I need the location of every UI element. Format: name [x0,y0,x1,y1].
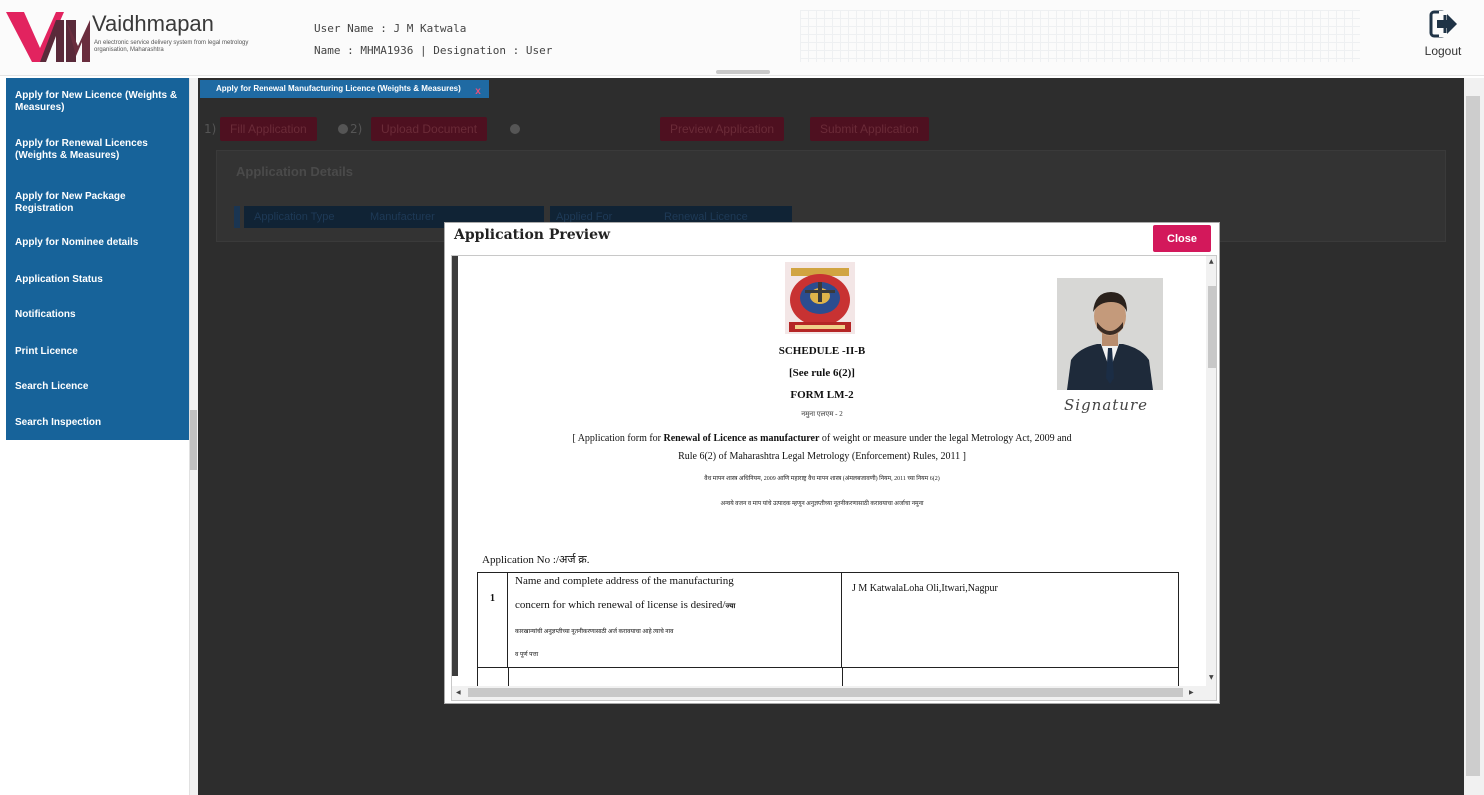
page-scroll-thumb[interactable] [1466,96,1480,776]
section-title: Application Details [236,164,354,179]
question-line-1: Name and complete address of the manufac… [515,575,734,587]
doc-rule: [See rule 6(2)] [789,367,855,379]
doc-app-line1-post: of weight or measure under the legal Met… [819,433,1072,444]
row-number: 1 [490,593,495,604]
step-number-2: 2) [350,122,363,136]
question-line-4: व पूर्ण पत्ता [515,652,539,658]
doc-marathi-line-2: अन्वये वजन व माप यांचे उत्पादक म्हणून अन… [720,501,924,507]
table-cell-answer: J M KatwalaLoha Oli,Itwari,Nagpur [842,573,1178,668]
sidebar: Apply for New Licence (Weights & Measure… [6,78,189,440]
close-button[interactable]: Close [1153,225,1211,252]
question-line-2-marathi: ज्या [725,602,736,610]
doc-schedule: SCHEDULE -II-B [778,345,866,357]
application-table: 1 Name and complete address of the manuf… [477,572,1179,700]
application-number: Application No :/अर्ज क्र. [482,554,590,566]
logout-icon [1429,10,1457,38]
question-line-3: कारखान्यांची अनुज्ञप्तीच्या नूतनीकरणासाठ… [515,629,674,635]
header-grip[interactable] [716,70,770,74]
scroll-left-icon[interactable]: ◀ [456,689,461,696]
user-name-line: User Name : J M Katwala [314,22,467,35]
sidebar-item-print-licence[interactable]: Print Licence [6,346,189,358]
tab-renewal-manufacturing-licence[interactable]: Apply for Renewal Manufacturing Licence … [200,80,489,98]
user-designation-line: Name : MHMA1936 | Designation : User [314,44,553,57]
brand-tagline: An electronic service delivery system fr… [94,40,249,53]
sidebar-scroll-thumb[interactable] [190,410,197,470]
table-cell-question: Name and complete address of the manufac… [508,573,842,668]
sidebar-item-new-licence[interactable]: Apply for New Licence (Weights & Measure… [6,90,189,114]
scroll-down-icon[interactable]: ▼ [1209,674,1214,681]
sidebar-item-search-licence[interactable]: Search Licence [6,381,189,393]
fill-application-button[interactable]: Fill Application [220,117,317,141]
doc-application-line-1: [ Application form for Renewal of Licenc… [452,433,1192,444]
preview-horizontal-scroll-thumb[interactable] [468,688,1183,697]
step-check-icon [338,124,348,134]
government-seal-icon [785,262,855,334]
preview-application-button[interactable]: Preview Application [660,117,785,141]
vm-logo-icon [6,12,90,62]
application-type-label: Application Type [244,206,364,228]
tab-label: Apply for Renewal Manufacturing Licence … [216,84,461,93]
submit-application-button[interactable]: Submit Application [810,117,929,141]
doc-application-line-2: Rule 6(2) of Maharashtra Legal Metrology… [678,451,966,462]
sidebar-item-notifications[interactable]: Notifications [6,309,189,321]
doc-marathi-line-1: वैध मापन शास्त्र अधिनियम, 2009 आणि महारा… [704,476,940,482]
logout-button[interactable]: Logout [1418,8,1468,68]
header-decoration [800,10,1360,62]
logout-label: Logout [1424,44,1462,58]
tab-close-icon[interactable]: x [475,83,481,101]
doc-app-line1-pre: [ Application form for [572,433,664,444]
scroll-right-icon[interactable]: ▶ [1189,689,1194,696]
pill-marker [234,206,240,228]
preview-vertical-scroll-thumb[interactable] [1208,286,1216,368]
step-number-1: 1) [204,122,217,136]
app-header: Vaidhmapan An electronic service deliver… [0,0,1484,76]
question-line-2: concern for which renewal of license is … [515,599,735,611]
sidebar-item-package-registration[interactable]: Apply for New Package Registration [6,191,189,215]
manufacturer-address: J M KatwalaLoha Oli,Itwari,Nagpur [852,583,998,594]
user-info: User Name : J M Katwala Name : MHMA1936 … [314,18,552,62]
application-document: Signature SCHEDULE -II-B [See rule 6(2)]… [452,256,1202,700]
scroll-up-icon[interactable]: ▲ [1209,258,1214,265]
doc-form-marathi: नमुना एलएम - 2 [801,410,843,418]
sidebar-item-nominee-details[interactable]: Apply for Nominee details [6,237,189,249]
doc-app-line1-bold: Renewal of Licence as manufacturer [663,433,820,444]
modal-title: Application Preview [454,227,611,243]
application-preview-modal: Application Preview Close Signature SCHE… [444,222,1220,704]
doc-form: FORM LM-2 [790,389,854,401]
table-cell-number: 1 [478,573,508,668]
brand-name: Vaidhmapan [92,11,214,36]
sidebar-item-application-status[interactable]: Application Status [6,274,189,286]
upload-document-button[interactable]: Upload Document [371,117,488,141]
sidebar-item-search-inspection[interactable]: Search Inspection [6,417,189,429]
step-check-icon [510,124,520,134]
question-line-2-text: concern for which renewal of license is … [515,599,726,611]
sidebar-item-renewal-licences[interactable]: Apply for Renewal Licences (Weights & Me… [6,138,189,162]
preview-frame[interactable]: Signature SCHEDULE -II-B [See rule 6(2)]… [451,255,1217,701]
